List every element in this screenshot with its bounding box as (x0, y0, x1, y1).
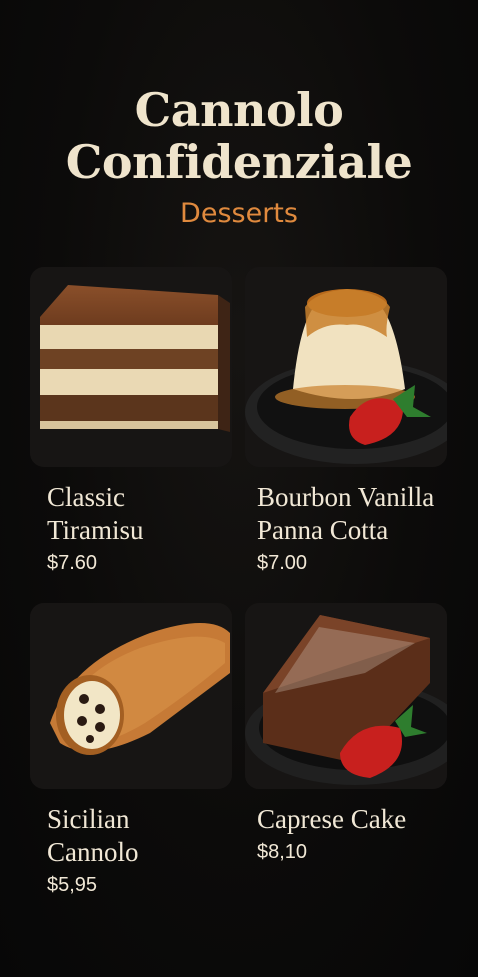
panna-cotta-image[interactable] (245, 267, 447, 467)
item-name: Bourbon Vanilla Panna Cotta (257, 482, 435, 545)
tiramisu-illustration (30, 267, 232, 467)
item-price: $8,10 (257, 841, 308, 863)
cannolo-image[interactable] (30, 603, 232, 789)
item-price: $7.60 (47, 552, 98, 574)
item-name: Classic Tiramisu (47, 482, 144, 545)
restaurant-name: Cannolo Confidenziale (65, 83, 413, 189)
item-price: $7.00 (257, 552, 308, 574)
cannolo-illustration (30, 603, 232, 789)
tiramisu-image[interactable] (30, 267, 232, 467)
item-price: $5,95 (47, 874, 98, 896)
item-name: Sicilian Cannolo (47, 804, 139, 867)
caprese-cake-image[interactable] (245, 603, 447, 789)
caprese-cake-illustration (245, 603, 447, 789)
section-title: Desserts (180, 198, 298, 229)
item-name: Caprese Cake (257, 804, 407, 834)
menu-header: Cannolo Confidenziale Desserts (0, 84, 478, 229)
panna-cotta-illustration (245, 267, 447, 467)
